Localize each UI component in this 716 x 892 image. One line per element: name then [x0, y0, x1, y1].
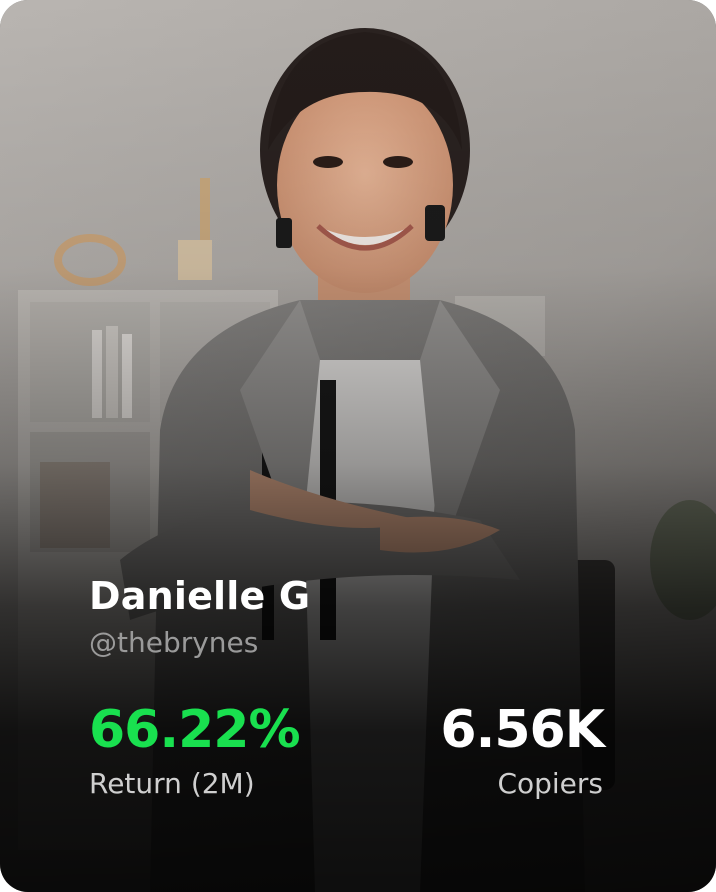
trader-name: Danielle G: [89, 574, 311, 618]
trader-card[interactable]: Danielle G @thebrynes 66.22% Return (2M)…: [0, 0, 716, 892]
copiers-label: Copiers: [497, 767, 603, 800]
trader-handle: @thebrynes: [89, 626, 259, 659]
return-value: 66.22%: [89, 700, 301, 760]
return-label: Return (2M): [89, 767, 255, 800]
copiers-value: 6.56K: [440, 700, 605, 760]
